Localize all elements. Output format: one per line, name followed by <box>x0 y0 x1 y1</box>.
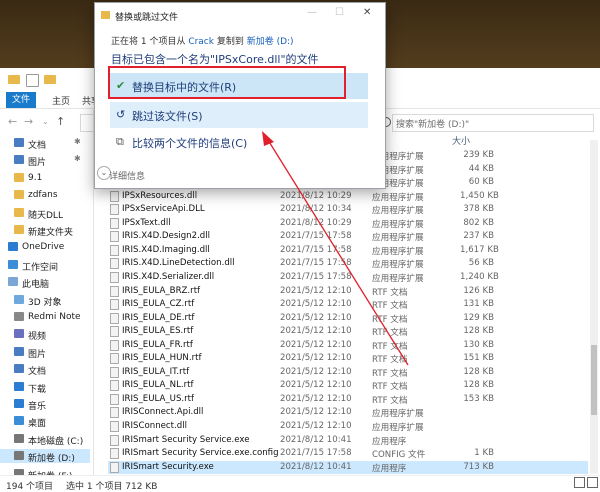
annotation-arrow <box>262 131 409 366</box>
arrow-head <box>262 131 274 146</box>
arrow-line <box>267 139 409 366</box>
